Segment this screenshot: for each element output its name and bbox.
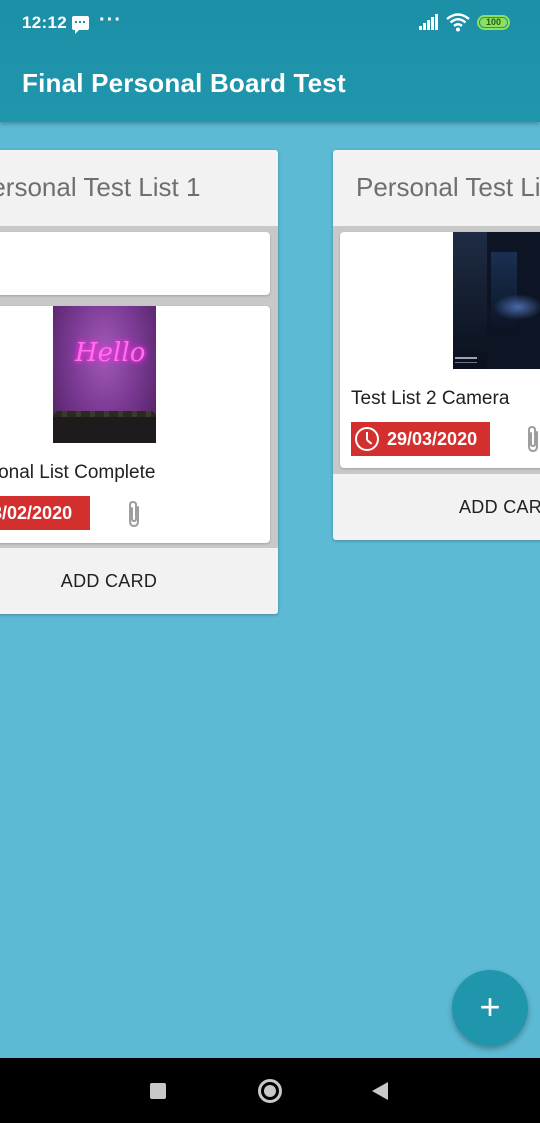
card-image-neon-hello: Hello (53, 306, 156, 443)
home-icon[interactable] (258, 1079, 282, 1103)
recents-icon[interactable] (150, 1083, 166, 1099)
board[interactable]: Personal Test List 1 Hello Personal List… (0, 122, 540, 1058)
add-card-button[interactable]: ADD CARD (0, 548, 278, 614)
list-header[interactable]: Personal Test List 1 (0, 150, 278, 226)
battery-level: 100 (480, 18, 507, 27)
wifi-icon (446, 13, 470, 32)
card-image-dark-room (453, 232, 540, 369)
more-notifications-icon: ··· (99, 9, 122, 31)
add-card-button[interactable]: ADD CARD (333, 474, 540, 540)
card-title: Personal List Complete (0, 462, 156, 483)
card-empty[interactable] (0, 232, 270, 295)
status-time: 12:12 (22, 13, 67, 32)
attachment-icon (129, 500, 139, 528)
card-title: Test List 2 Camera (351, 388, 510, 409)
image-watermark (455, 357, 477, 363)
image-ground (53, 417, 156, 443)
signal-icon (419, 14, 439, 30)
app-bar: 12:12 ··· 100 Final Personal Board Test (0, 0, 540, 122)
neon-sign-text: Hello (75, 338, 146, 368)
list-personal-test-list-2: Personal Test List 2 Test List 2 Camera … (333, 150, 540, 540)
due-date-badge: 29/03/2020 (351, 422, 490, 456)
attachment-icon (528, 425, 538, 453)
due-date: 29/03/2020 (387, 429, 478, 449)
list-title: Personal Test List 1 (0, 172, 201, 202)
list-personal-test-list-1: Personal Test List 1 Hello Personal List… (0, 150, 278, 614)
image-door (491, 252, 517, 332)
back-icon[interactable] (372, 1082, 388, 1100)
add-list-fab[interactable]: + (452, 970, 528, 1046)
system-nav-bar (0, 1058, 540, 1123)
card-test-list-2-camera[interactable]: Test List 2 Camera 29/03/2020 (340, 232, 540, 468)
status-bar: 12:12 ··· 100 (0, 0, 540, 46)
list-title: Personal Test List 2 (356, 172, 540, 202)
message-notification-icon (72, 16, 89, 34)
card-personal-list-complete[interactable]: Hello Personal List Complete 13/02/2020 (0, 306, 270, 543)
image-wall (453, 232, 487, 369)
board-title: Final Personal Board Test (22, 68, 346, 98)
battery-icon: 100 (477, 15, 510, 30)
list-header[interactable]: Personal Test List 2 (333, 150, 540, 226)
due-date-badge: 13/02/2020 (0, 496, 90, 530)
image-glow (493, 294, 540, 320)
due-date: 13/02/2020 (0, 503, 73, 523)
clock-icon (355, 427, 379, 451)
